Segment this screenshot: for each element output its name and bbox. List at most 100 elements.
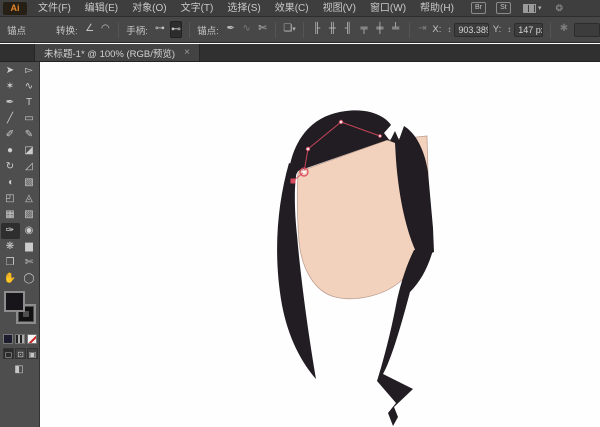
convert-label: 转换: [56, 25, 78, 37]
show-handles-button[interactable]: ⊶ [154, 21, 166, 38]
separator [118, 21, 120, 38]
separator [189, 21, 191, 38]
control-bar: 锚点 转换: ∠ ◠ 手柄: ⊶ ⊷ 锚点: ✒ ∿ ✄ ❏▾ ╟ ╫ ╢ ╤ … [0, 17, 600, 43]
anchor-point[interactable] [378, 134, 382, 138]
tool-scale[interactable]: ◿ [20, 159, 39, 175]
close-icon[interactable]: × [184, 47, 190, 58]
tool-mesh[interactable]: ▦ [1, 207, 20, 223]
export-selection-button[interactable]: ❏▾ [283, 21, 295, 38]
align-h-center-button[interactable]: ╫ [327, 21, 339, 38]
handles-label: 手柄: [126, 25, 148, 37]
draw-behind-button[interactable]: ⊡ [15, 348, 26, 359]
tool-width[interactable]: ◖ [1, 175, 20, 191]
menu-view[interactable]: 视图(V) [316, 0, 363, 17]
menu-file[interactable]: 文件(F) [31, 0, 78, 17]
menu-bar: Ai 文件(F) 编辑(E) 对象(O) 文字(T) 选择(S) 效果(C) 视… [0, 0, 600, 17]
tool-blend[interactable]: ◉ [20, 223, 39, 239]
tool-type[interactable]: T [20, 95, 39, 111]
tool-pen[interactable]: ✒ [1, 95, 20, 111]
menu-window[interactable]: 窗口(W) [363, 0, 413, 17]
separator [302, 21, 304, 38]
tool-artboard[interactable]: ❐ [1, 255, 20, 271]
artboard-canvas[interactable] [40, 62, 600, 427]
anchors-label: 锚点: [197, 25, 219, 37]
transform-icon[interactable]: ✱ [558, 21, 570, 38]
drawing-modes-row: ▢ ⊡ ▣ [3, 348, 38, 359]
fill-swatch[interactable] [4, 291, 25, 312]
document-icon: ❏ [283, 23, 293, 34]
document-tab-bar: 未标题-1* @ 100% (RGB/预览) × [0, 44, 600, 62]
tool-pencil[interactable]: ✎ [20, 127, 39, 143]
bridge-button[interactable]: Br [470, 2, 486, 14]
tool-column-graph[interactable]: ▆ [20, 239, 39, 255]
tool-free-transform[interactable]: ▧ [20, 175, 39, 191]
tool-gradient[interactable]: ▨ [20, 207, 39, 223]
tool-grid: ➤ ▻ ✶ ∿ ✒ T ╱ ▭ ✐ ✎ ● ◪ ↻ ◿ ◖ ▧ ◰ ◬ ▦ ▨ … [0, 62, 39, 287]
align-v-center-button[interactable]: ╪ [374, 21, 386, 38]
y-spinner[interactable]: ↕ [507, 25, 511, 34]
none-button[interactable] [27, 334, 37, 344]
gradient-button[interactable] [15, 334, 25, 344]
document-tab[interactable]: 未标题-1* @ 100% (RGB/预览) × [34, 44, 200, 61]
tool-slice[interactable]: ✄ [20, 255, 39, 271]
anchor-point-title: 锚点 [7, 25, 27, 37]
tool-selection[interactable]: ➤ [1, 63, 20, 79]
artwork [277, 110, 434, 426]
tool-eyedropper[interactable]: ✑ [0, 223, 20, 239]
anchor-point[interactable] [305, 146, 311, 152]
hide-handles-button[interactable]: ⊷ [169, 21, 183, 38]
tool-lasso[interactable]: ∿ [20, 79, 39, 95]
tool-direct-selection[interactable]: ▻ [20, 63, 39, 79]
transform-field[interactable] [573, 22, 600, 37]
tool-line-segment[interactable]: ╱ [1, 111, 20, 127]
stock-button[interactable]: St [495, 2, 511, 14]
convert-to-smooth-button[interactable]: ◠ [99, 21, 111, 38]
menu-effect[interactable]: 效果(C) [268, 0, 316, 17]
chevron-down-icon: ▾ [537, 5, 542, 12]
menu-help[interactable]: 帮助(H) [413, 0, 461, 17]
x-spinner[interactable]: ↕ [447, 25, 451, 34]
convert-to-corner-button[interactable]: ∠ [84, 21, 96, 38]
anchor-point[interactable] [338, 119, 344, 125]
align-left-button[interactable]: ╟ [311, 21, 323, 38]
y-label: Y: [492, 24, 502, 35]
screen-mode-button[interactable]: ◧ [10, 363, 28, 376]
workspace-switcher[interactable]: ▾ [522, 3, 542, 13]
anchor-point-selected[interactable] [290, 178, 296, 184]
isolate-selection-icon[interactable]: ⇥ [417, 21, 429, 38]
x-label: X: [432, 24, 442, 35]
align-right-button[interactable]: ╢ [342, 21, 354, 38]
remove-anchor-button[interactable]: ✒ [225, 21, 237, 38]
chevron-down-icon: ▾ [292, 26, 296, 33]
menu-select[interactable]: 选择(S) [220, 0, 267, 17]
tool-zoom[interactable]: ◯ [20, 271, 39, 287]
fill-stroke-swatches [4, 291, 38, 331]
cut-path-button[interactable]: ✄ [256, 21, 268, 38]
connect-anchors-button[interactable]: ∿ [241, 21, 253, 38]
draw-normal-button[interactable]: ▢ [3, 348, 14, 359]
separator [275, 21, 277, 38]
y-input[interactable]: 147 px [514, 22, 544, 37]
tools-panel: ➤ ▻ ✶ ∿ ✒ T ╱ ▭ ✐ ✎ ● ◪ ↻ ◿ ◖ ▧ ◰ ◬ ▦ ▨ … [0, 62, 40, 427]
workspace-layout-icon [522, 3, 536, 13]
align-top-button[interactable]: ╤ [358, 21, 370, 38]
cs-live-icon[interactable]: ❂ [555, 3, 563, 14]
color-button[interactable] [3, 334, 13, 344]
menu-type[interactable]: 文字(T) [174, 0, 221, 17]
tool-magic-wand[interactable]: ✶ [1, 79, 20, 95]
menu-edit[interactable]: 编辑(E) [78, 0, 125, 17]
tool-shape-builder[interactable]: ◰ [1, 191, 20, 207]
separator [408, 21, 410, 38]
tool-paintbrush[interactable]: ✐ [1, 127, 20, 143]
tool-hand[interactable]: ✋ [1, 271, 20, 287]
tool-perspective-grid[interactable]: ◬ [20, 191, 39, 207]
tool-blob-brush[interactable]: ● [1, 143, 20, 159]
draw-inside-button[interactable]: ▣ [27, 348, 38, 359]
menu-object[interactable]: 对象(O) [125, 0, 173, 17]
tool-rectangle[interactable]: ▭ [20, 111, 39, 127]
tool-rotate[interactable]: ↻ [1, 159, 20, 175]
align-bottom-button[interactable]: ╧ [390, 21, 402, 38]
tool-symbol-sprayer[interactable]: ❋ [1, 239, 20, 255]
x-input[interactable]: 903.389 [454, 22, 489, 37]
tool-eraser[interactable]: ◪ [20, 143, 39, 159]
